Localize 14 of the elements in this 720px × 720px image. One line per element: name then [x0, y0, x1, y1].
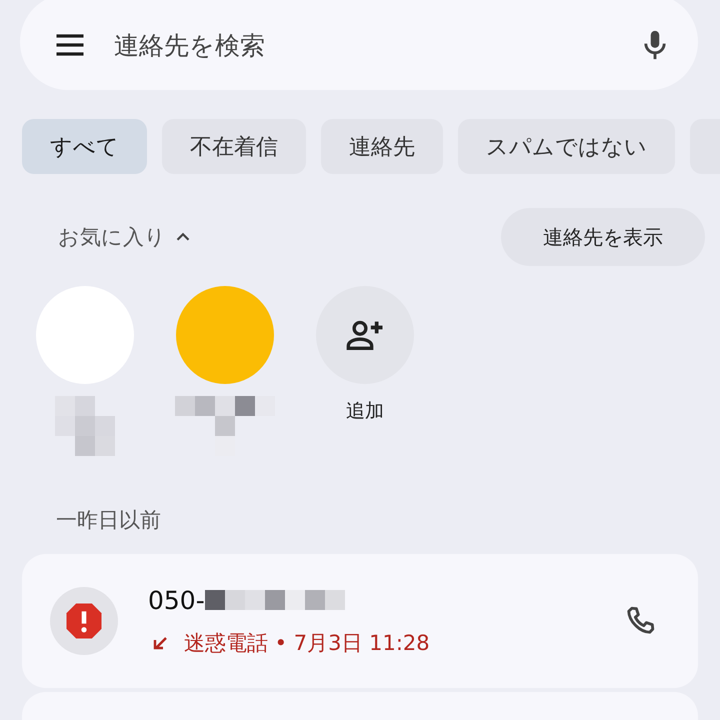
filter-chip[interactable]: スパムではない — [458, 119, 675, 174]
section-heading: 一昨日以前 — [56, 507, 162, 534]
search-field[interactable]: 連絡先を検索 — [112, 30, 638, 60]
favorites-heading[interactable]: お気に入り — [58, 223, 194, 251]
search-bar[interactable]: 連絡先を検索 — [20, 0, 698, 90]
filter-chip[interactable]: 連絡先 — [321, 119, 443, 174]
add-label: 追加 — [346, 399, 384, 424]
redacted-name-drawing — [55, 396, 115, 456]
filter-chip[interactable]: すべて — [22, 119, 147, 174]
phone-number: 050- — [148, 586, 205, 614]
call-log-card[interactable]: 050- 迷惑電話 • 7月3日 11:28 — [22, 554, 698, 688]
call-detail: 迷惑電話 • 7月3日 11:28 — [184, 630, 430, 656]
show-contacts-button[interactable]: 連絡先を表示 — [501, 208, 705, 266]
filter-chip[interactable]: 不在着信 — [162, 119, 306, 174]
